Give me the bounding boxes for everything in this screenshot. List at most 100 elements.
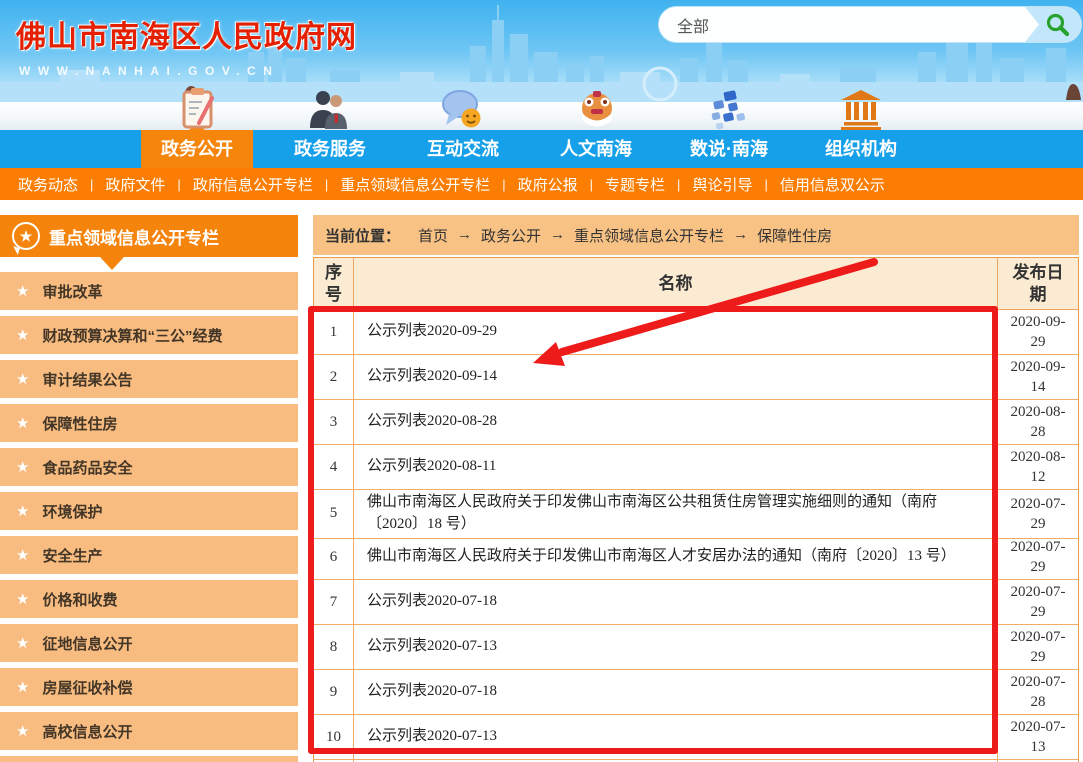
row-date: 2020-08-12: [998, 445, 1078, 490]
star-icon: ★: [16, 370, 30, 388]
tab-hudong-jiaoliu[interactable]: 互动交流: [407, 130, 519, 168]
sidebar-item-label: 食品药品安全: [42, 459, 133, 477]
breadcrumb-link[interactable]: 政务公开: [481, 225, 541, 246]
subnav-separator: |: [677, 176, 681, 192]
subnav-item: 政府公报 |: [506, 174, 593, 195]
row-number: 6: [314, 535, 354, 580]
sidebar-item-label: 价格和收费: [42, 591, 118, 609]
bubble-star-icon: ★: [12, 222, 40, 250]
star-icon: ★: [16, 590, 30, 608]
row-title-link[interactable]: 公示列表2020-07-13: [354, 625, 998, 670]
sidebar-item-label: 财政预算决算和“三公”经费: [42, 327, 223, 345]
site-title: 佛山市南海区人民政府网: [16, 21, 357, 54]
tab-renwen-nanhai[interactable]: 人文南海: [540, 130, 652, 168]
row-title-link[interactable]: 佛山市南海区人民政府关于印发佛山市南海区公共租赁住房管理实施细则的通知（南府〔2…: [354, 490, 998, 539]
data-blocks-icon[interactable]: [705, 84, 751, 130]
sidebar-item[interactable]: ★ 保障性住房: [0, 404, 298, 442]
subnav-item: 舆论引导 |: [680, 174, 767, 195]
row-date: 2020-09-29: [998, 310, 1078, 355]
people-icon[interactable]: [306, 84, 352, 130]
row-number: 4: [314, 445, 354, 490]
row-title-link[interactable]: 公示列表2020-08-28: [354, 400, 998, 445]
sidebar-item-label: 征地信息公开: [42, 635, 133, 653]
star-icon: ★: [16, 546, 30, 564]
chat-smiley-icon[interactable]: [440, 84, 486, 130]
header-banner: 佛山市南海区人民政府网 WWW.NANHAI.GOV.CN: [0, 0, 1083, 130]
tab-zhengwu-gongkai[interactable]: 政务公开: [141, 123, 253, 168]
row-title-link[interactable]: 公示列表2020-07-13: [354, 715, 998, 760]
row-title-link[interactable]: 公示列表2020-09-29: [354, 310, 998, 355]
sidebar-item[interactable]: ★ 环境保护: [0, 492, 298, 530]
star-icon: ★: [16, 634, 30, 652]
row-title-link[interactable]: 佛山市南海区人民政府关于印发佛山市南海区人才安居办法的通知（南府〔2020〕13…: [354, 535, 998, 580]
tab-zuzhi-jigou[interactable]: 组织机构: [805, 130, 917, 168]
subnav-separator: |: [177, 176, 181, 192]
search-input[interactable]: [659, 7, 1025, 42]
sidebar-item[interactable]: ★ 审批改革: [0, 272, 298, 310]
search-icon: [1046, 13, 1069, 36]
sidebar-item[interactable]: ★ 价格和收费: [0, 580, 298, 618]
table-row: 10 公示列表2020-07-13 2020-07-13: [314, 715, 1078, 760]
breadcrumb-arrow: →: [733, 226, 749, 243]
table-row: 3 公示列表2020-08-28 2020-08-28: [314, 400, 1078, 445]
row-title-link[interactable]: 公示列表2020-09-14: [354, 355, 998, 400]
row-title-link[interactable]: 公示列表2020-07-18: [354, 670, 998, 715]
subnav-item: 政府文件 |: [93, 174, 180, 195]
search-button[interactable]: [1025, 7, 1081, 42]
tab-zhengwu-fuwu[interactable]: 政务服务: [274, 130, 386, 168]
star-icon: ★: [16, 502, 30, 520]
row-title-link[interactable]: 公示列表2020-07-18: [354, 580, 998, 625]
sidebar-item-label: 环境保护: [42, 503, 103, 521]
sidebar-item[interactable]: ★ 审计结果公告: [0, 360, 298, 398]
sidebar-item[interactable]: ★ 财政预算决算和“三公”经费: [0, 316, 298, 354]
sidebar-item-label: 安全生产: [42, 547, 103, 565]
sidebar-item[interactable]: ★ 高校信息公开: [0, 712, 298, 750]
table-row: 6 佛山市南海区人民政府关于印发佛山市南海区人才安居办法的通知（南府〔2020〕…: [314, 535, 1078, 580]
subnav-link[interactable]: 政府信息公开专栏: [181, 174, 325, 195]
subnav-link[interactable]: 政府文件: [93, 174, 177, 195]
row-date: 2020-07-28: [998, 670, 1078, 715]
sidebar: ★ 重点领域信息公开专栏 ★ 审批改革 ★ 财政预算决算和“三公”经费 ★ 审计…: [0, 215, 298, 762]
table-row: 5 佛山市南海区人民政府关于印发佛山市南海区公共租赁住房管理实施细则的通知（南府…: [314, 490, 1078, 539]
row-date: 2020-07-29: [998, 535, 1078, 580]
breadcrumb-link[interactable]: 保障性住房: [757, 225, 832, 246]
table-row: 9 公示列表2020-07-18 2020-07-28: [314, 670, 1078, 715]
subnav-item: 政府信息公开专栏 |: [181, 174, 328, 195]
row-number: 5: [314, 490, 354, 539]
sidebar-list: ★ 审批改革 ★ 财政预算决算和“三公”经费 ★ 审计结果公告 ★ 保障性住房: [0, 272, 298, 756]
row-number: 10: [314, 715, 354, 760]
breadcrumb-item: 首页: [400, 225, 448, 246]
tab-shushuo-nanhai[interactable]: 数说·南海: [673, 130, 785, 168]
table-body: 1 公示列表2020-09-29 2020-09-29 2 公示列表2020-0…: [314, 310, 1078, 760]
sidebar-item[interactable]: ★ 安全生产: [0, 536, 298, 574]
subnav-separator: |: [764, 176, 768, 192]
breadcrumb-link[interactable]: 重点领域信息公开专栏: [574, 225, 724, 246]
icon-band: [0, 102, 1083, 130]
subnav-link[interactable]: 舆论引导: [680, 174, 764, 195]
breadcrumb-item: → 重点领域信息公开专栏: [541, 225, 724, 246]
subnav-item: 专题专栏 |: [593, 174, 680, 195]
subnav-link[interactable]: 政府公报: [506, 174, 590, 195]
subnav-link[interactable]: 专题专栏: [593, 174, 677, 195]
subnav-link[interactable]: 重点领域信息公开专栏: [328, 174, 502, 195]
sidebar-item[interactable]: ★ 房屋征收补偿: [0, 668, 298, 706]
row-number: 9: [314, 670, 354, 715]
breadcrumb-link[interactable]: 首页: [418, 225, 448, 246]
star-icon: ★: [16, 326, 30, 344]
star-icon: ★: [16, 722, 30, 740]
table-row: 2 公示列表2020-09-14 2020-09-14: [314, 355, 1078, 400]
subnav-link[interactable]: 政务动态: [6, 174, 90, 195]
row-title-link[interactable]: 公示列表2020-08-11: [354, 445, 998, 490]
site-url: WWW.NANHAI.GOV.CN: [19, 64, 280, 78]
row-number: 7: [314, 580, 354, 625]
sidebar-item-partial: [0, 756, 298, 762]
sidebar-item[interactable]: ★ 征地信息公开: [0, 624, 298, 662]
clipboard-pen-icon[interactable]: [175, 84, 221, 130]
sidebar-item[interactable]: ★ 食品药品安全: [0, 448, 298, 486]
search-box[interactable]: [658, 6, 1082, 43]
subnav-separator: |: [90, 176, 94, 192]
subnav-link[interactable]: 信用信息双公示: [768, 174, 897, 195]
page: 佛山市南海区人民政府网 WWW.NANHAI.GOV.CN 全部 政务公开 政务…: [0, 0, 1083, 762]
lion-dance-icon[interactable]: [574, 84, 620, 130]
bank-building-icon[interactable]: [838, 84, 884, 130]
